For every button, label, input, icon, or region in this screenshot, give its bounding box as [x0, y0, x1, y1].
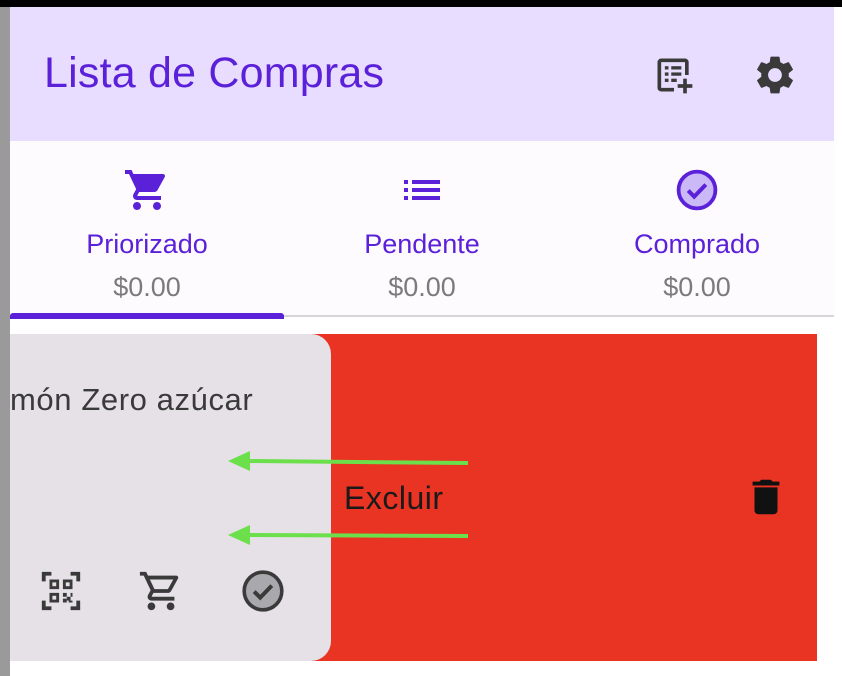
tab-pendente[interactable]: Pendente $0.00 — [284, 141, 560, 317]
move-to-cart-button[interactable] — [136, 566, 186, 616]
app-title: Lista de Compras — [44, 49, 385, 97]
add-list-icon — [657, 58, 693, 94]
check-circle-icon — [242, 570, 284, 612]
check-circle-icon — [676, 169, 718, 211]
tab-amount: $0.00 — [663, 272, 731, 302]
screen-edge-left — [0, 0, 10, 676]
app-bar: Lista de Compras — [10, 7, 834, 141]
qr-code-icon — [41, 571, 81, 611]
cart-icon — [139, 571, 179, 611]
delete-label: Excluir — [344, 480, 444, 516]
screen-edge-right — [834, 0, 842, 676]
app-screen: Lista de Compras Priorizado $0.00 Penden… — [0, 0, 842, 676]
tab-selected-indicator — [10, 313, 284, 319]
qr-code-button[interactable] — [36, 566, 86, 616]
tab-label: Comprado — [633, 229, 761, 259]
tab-label: Priorizado — [86, 229, 208, 259]
trash-icon — [752, 479, 780, 515]
mark-purchased-button[interactable] — [238, 566, 288, 616]
tab-amount: $0.00 — [113, 272, 181, 302]
item-title: món Zero azúcar — [10, 382, 254, 417]
settings-button[interactable] — [751, 51, 799, 99]
tab-bar: Priorizado $0.00 Pendente $0.00 Comprado… — [10, 141, 834, 319]
add-list-button[interactable] — [650, 51, 698, 99]
list-icon — [404, 180, 440, 200]
tab-amount: $0.00 — [388, 272, 456, 302]
status-bar-edge — [0, 0, 842, 7]
cart-icon — [125, 170, 166, 210]
tab-label: Pendente — [364, 229, 480, 259]
tab-comprado[interactable]: Comprado $0.00 — [560, 141, 834, 317]
settings-icon — [757, 56, 793, 94]
list-item[interactable]: món Zero azúcar — [0, 334, 331, 661]
tab-priorizado[interactable]: Priorizado $0.00 — [10, 141, 284, 319]
